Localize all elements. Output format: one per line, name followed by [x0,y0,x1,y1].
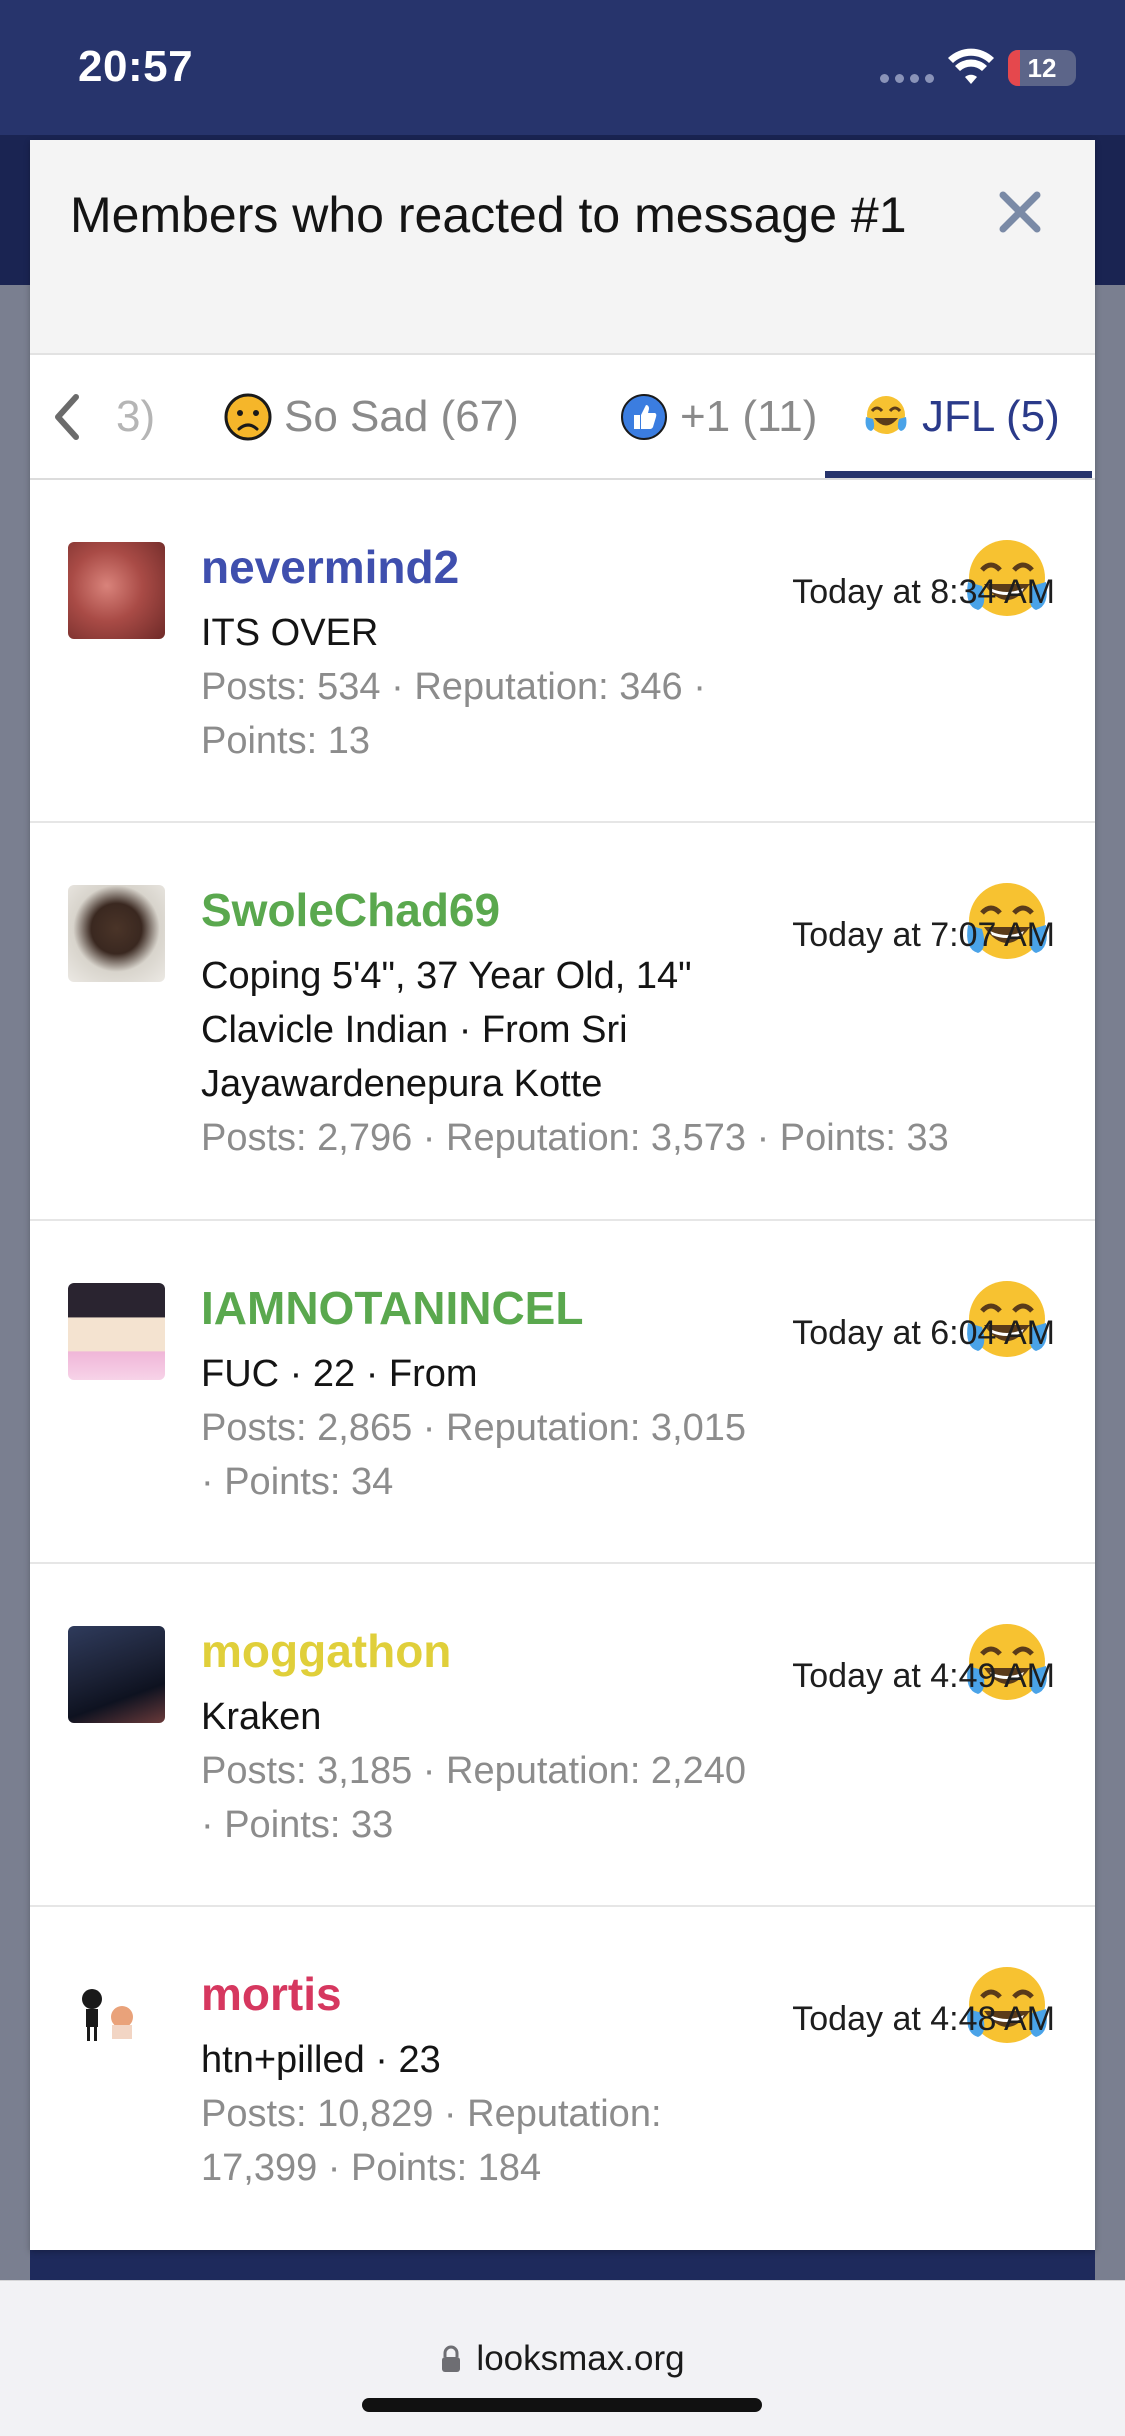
username-link[interactable]: moggathon [201,1624,451,1678]
battery-level: 12 [1027,53,1057,83]
user-stats: · Points: 34 [201,1461,394,1503]
reactions-modal: Members who reacted to message #1 3) So … [30,140,1095,2250]
status-time: 20:57 [78,42,194,91]
reaction-time: Today at 6:04 AM [792,1314,1055,1352]
avatar[interactable] [68,542,165,639]
tears-of-joy-emoji [865,395,907,434]
url-text: looksmax.org [476,2339,685,2378]
home-indicator[interactable] [362,2398,762,2412]
user-stats: 17,399 · Points: 184 [201,2147,542,2189]
tab-plus-one[interactable]: +1 (11) [620,355,817,478]
user-title: htn+pilled · 23 [201,2039,441,2081]
user-stats: Posts: 10,829 · Reputation: [201,2093,662,2135]
battery-icon: 12 [1008,50,1076,86]
avatar[interactable] [68,1626,165,1723]
reaction-time: Today at 7:07 AM [792,916,1055,954]
reaction-tabs: 3) So Sad (67) +1 (11) JFL (5) [30,355,1095,480]
thumbs-up-icon [621,393,667,440]
user-title: Kraken [201,1696,322,1738]
status-bar: 20:57 12 [0,0,1125,135]
user-title: Clavicle Indian · From Sri [201,1009,628,1051]
modal-title: Members who reacted to message #1 [70,187,907,243]
lock-icon [442,2345,461,2372]
tab-label: +1 (11) [680,391,818,441]
user-stats: Points: 13 [201,720,370,762]
list-item: mortis htn+pilled · 23 Posts: 10,829 · R… [30,1907,1095,2250]
tab-label: JFL (5) [922,391,1060,441]
reaction-time: Today at 8:34 AM [792,573,1055,611]
cellular-signal-icon [880,74,934,86]
sad-face-emoji [224,393,272,440]
username-link[interactable]: mortis [201,1967,342,2021]
wifi-icon [948,48,994,84]
user-title: Jayawardenepura Kotte [201,1063,603,1105]
user-title: FUC · 22 · From [201,1353,478,1395]
tab-label: So Sad (67) [284,391,519,441]
reaction-time: Today at 4:48 AM [792,2000,1055,2038]
modal-header: Members who reacted to message #1 [30,140,1095,355]
user-stats: Posts: 3,185 · Reputation: 2,240 [201,1750,747,1792]
backdrop-right [1095,285,1125,2280]
user-stats: Posts: 2,865 · Reputation: 3,015 [201,1407,747,1449]
avatar[interactable] [68,1969,165,2066]
list-item: nevermind2 ITS OVER Posts: 534 · Reputat… [30,480,1095,823]
browser-bar: looksmax.org [0,2280,1125,2436]
username-link[interactable]: SwoleChad69 [201,883,500,937]
user-stats: Posts: 534 · Reputation: 346 · [201,666,706,708]
list-item: moggathon Kraken Posts: 3,185 · Reputati… [30,1564,1095,1907]
tab-so-sad[interactable]: So Sad (67) [224,355,519,478]
username-link[interactable]: nevermind2 [201,540,459,594]
reaction-time: Today at 4:49 AM [792,1657,1055,1695]
url-display[interactable]: looksmax.org [0,2339,1125,2379]
list-item: SwoleChad69 Coping 5'4", 37 Year Old, 14… [30,823,1095,1221]
user-title: ITS OVER [201,612,379,654]
user-title: Coping 5'4", 37 Year Old, 14" [201,955,692,997]
avatar[interactable] [68,1283,165,1380]
avatar[interactable] [68,885,165,982]
active-tab-indicator [825,471,1092,478]
backdrop-left [0,285,30,2280]
user-stats: Posts: 2,796 · Reputation: 3,573 · Point… [201,1117,949,1159]
tab-label: 3) [116,391,156,441]
chevron-left-icon[interactable] [46,389,90,445]
tab-jfl[interactable]: JFL (5) [862,355,1060,478]
tab-partial[interactable]: 3) [116,355,155,478]
close-icon[interactable] [990,182,1050,242]
list-item: IAMNOTANINCEL FUC · 22 · From Posts: 2,8… [30,1221,1095,1564]
avatar-chibi-icon [82,1989,133,2041]
user-stats: · Points: 33 [201,1804,394,1846]
username-link[interactable]: IAMNOTANINCEL [201,1281,583,1335]
